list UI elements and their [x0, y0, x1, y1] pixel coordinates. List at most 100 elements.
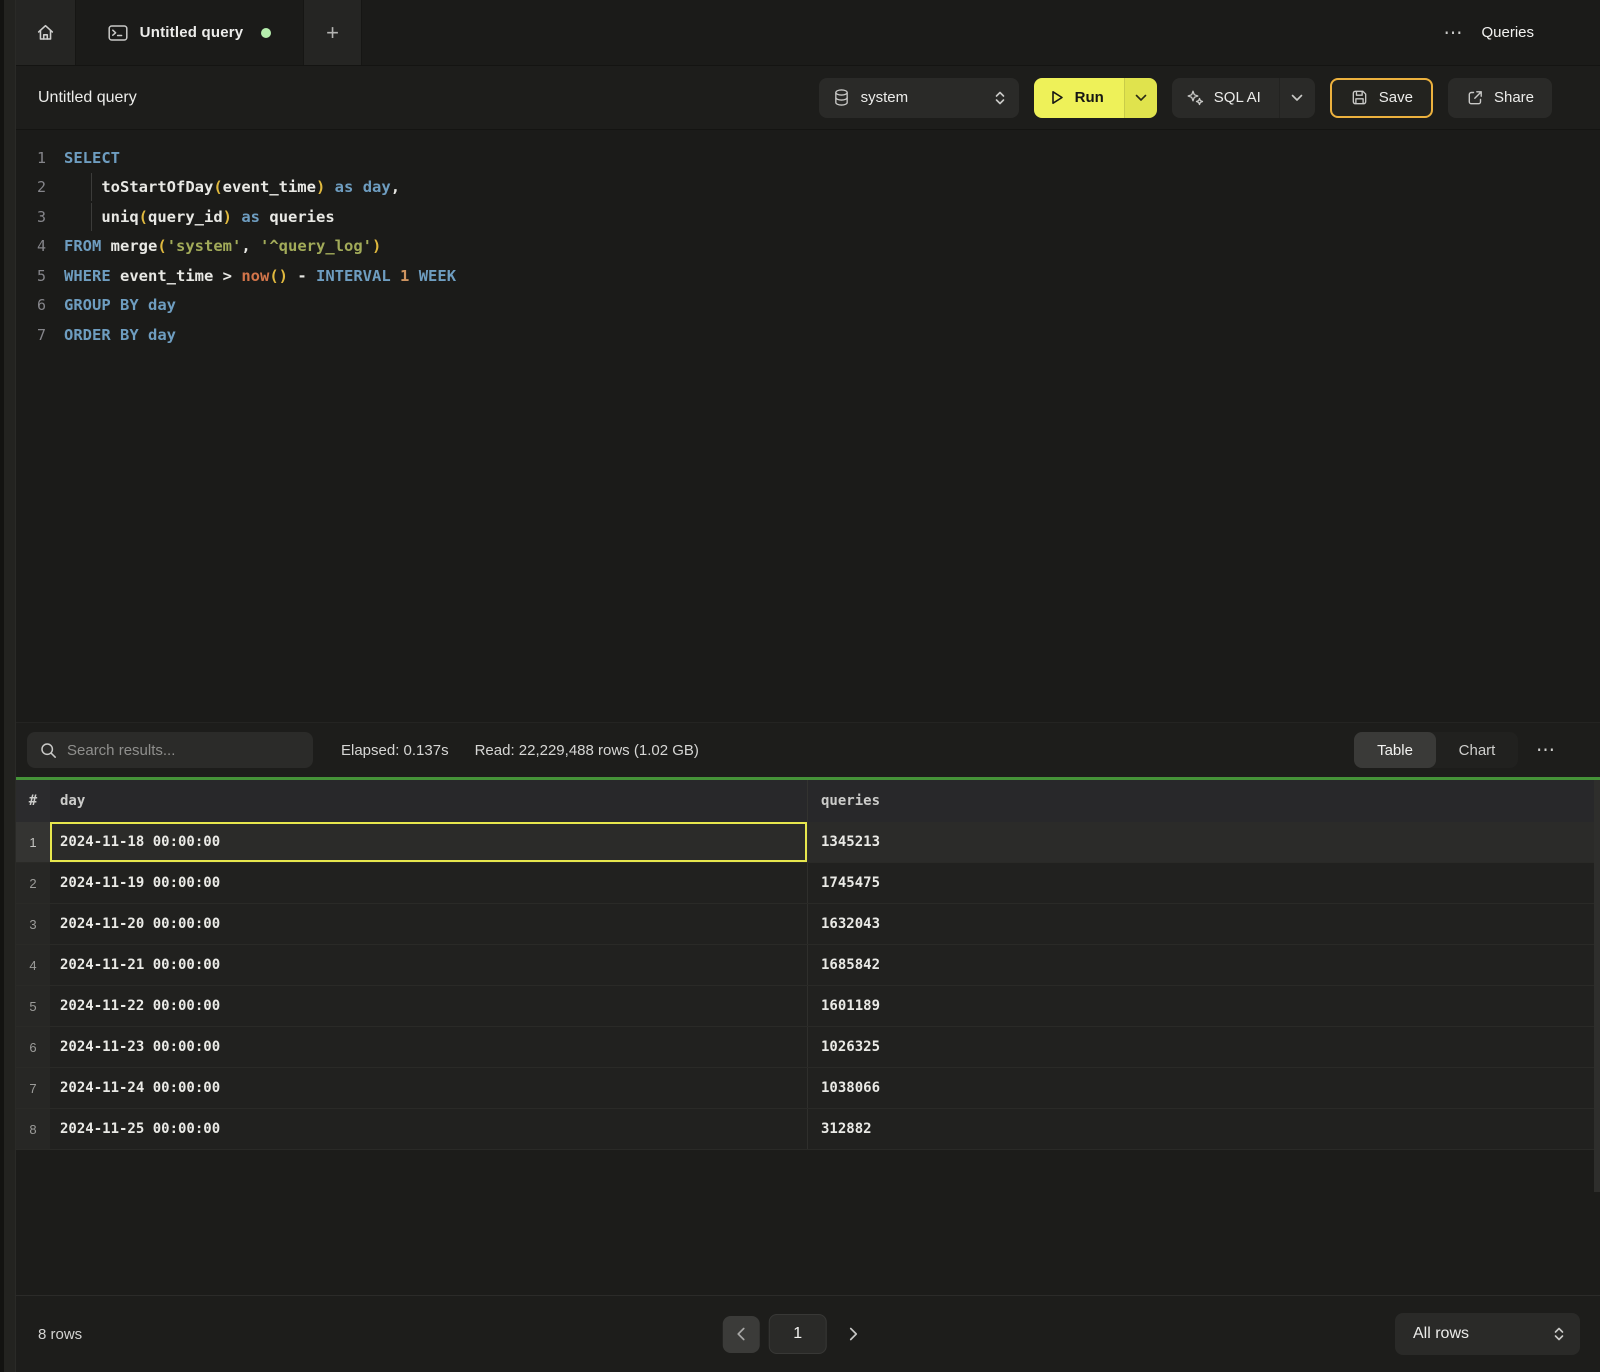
code-line[interactable]: 3 uniq(query_id) as queries: [16, 202, 1600, 232]
code-text: ORDER BY day: [46, 326, 176, 344]
code-text: GROUP BY day: [46, 296, 176, 314]
code-text: SELECT: [46, 149, 120, 167]
database-select[interactable]: system: [819, 78, 1019, 118]
cell-day[interactable]: 2024-11-20 00:00:00: [50, 904, 807, 944]
table-row: 42024-11-21 00:00:001685842: [16, 945, 1600, 986]
results-toolbar: Elapsed: 0.137s Read: 22,229,488 rows (1…: [16, 722, 1600, 777]
code-line[interactable]: 4FROM merge('system', '^query_log'): [16, 232, 1600, 262]
row-index: 6: [16, 1027, 50, 1067]
run-button-group: Run: [1034, 78, 1157, 118]
table-row: 82024-11-25 00:00:00312882: [16, 1109, 1600, 1150]
column-header-index[interactable]: #: [16, 780, 50, 822]
query-header: Untitled query system: [16, 66, 1600, 130]
cell-queries[interactable]: 1685842: [807, 945, 1600, 985]
results-empty-area: [16, 1150, 1600, 1295]
share-button[interactable]: Share: [1448, 78, 1552, 118]
column-header-day[interactable]: day: [50, 780, 807, 822]
next-page-button[interactable]: [836, 1316, 870, 1353]
cell-queries[interactable]: 1026325: [807, 1027, 1600, 1067]
database-select-value: system: [861, 89, 982, 106]
cell-day[interactable]: 2024-11-19 00:00:00: [50, 863, 807, 903]
column-header-queries[interactable]: queries: [807, 780, 1600, 822]
search-box[interactable]: [27, 732, 313, 768]
elapsed-stat: Elapsed: 0.137s: [341, 742, 449, 759]
sql-editor[interactable]: 1SELECT2 toStartOfDay(event_time) as day…: [16, 130, 1600, 722]
code-text: uniq(query_id) as queries: [46, 208, 335, 226]
left-rail: [0, 0, 16, 1372]
sql-console: Untitled query + ⋯ Queries Untitled quer…: [16, 0, 1600, 1372]
results-footer: 8 rows 1 All rows: [16, 1295, 1600, 1372]
home-icon: [35, 22, 56, 43]
more-options-icon[interactable]: ⋯: [1443, 22, 1463, 43]
row-index: 2: [16, 863, 50, 903]
code-line[interactable]: 5WHERE event_time > now() - INTERVAL 1 W…: [16, 261, 1600, 291]
save-button[interactable]: Save: [1330, 78, 1433, 118]
code-line[interactable]: 6GROUP BY day: [16, 291, 1600, 321]
cell-day[interactable]: 2024-11-23 00:00:00: [50, 1027, 807, 1067]
queries-link[interactable]: Queries: [1481, 24, 1534, 41]
previous-page-button[interactable]: [723, 1316, 760, 1353]
table-view-button[interactable]: Table: [1354, 732, 1436, 768]
line-number: 6: [16, 296, 46, 314]
table-row: 32024-11-20 00:00:001632043: [16, 904, 1600, 945]
plus-icon: +: [326, 20, 339, 46]
cell-queries[interactable]: 1632043: [807, 904, 1600, 944]
row-index: 3: [16, 904, 50, 944]
search-input[interactable]: [67, 742, 300, 759]
cell-day[interactable]: 2024-11-18 00:00:00: [50, 822, 807, 862]
cell-day[interactable]: 2024-11-21 00:00:00: [50, 945, 807, 985]
run-options-button[interactable]: [1124, 78, 1157, 118]
code-text: toStartOfDay(event_time) as day,: [46, 178, 400, 196]
table-row: 22024-11-19 00:00:001745475: [16, 863, 1600, 904]
terminal-icon: [108, 24, 128, 42]
sparkles-icon: [1186, 89, 1204, 107]
save-label: Save: [1379, 89, 1413, 106]
run-button-label: Run: [1075, 89, 1104, 106]
home-tab[interactable]: [16, 0, 76, 65]
updown-chevron-icon: [993, 90, 1007, 106]
cell-queries[interactable]: 1345213: [807, 822, 1600, 862]
new-tab-button[interactable]: +: [304, 0, 362, 65]
cell-queries[interactable]: 1601189: [807, 986, 1600, 1026]
tab-bar: Untitled query + ⋯ Queries: [16, 0, 1600, 66]
sql-ai-button[interactable]: SQL AI: [1172, 78, 1315, 118]
results-table: # day queries 12024-11-18 00:00:00134521…: [16, 780, 1600, 1150]
tab-untitled-query[interactable]: Untitled query: [76, 0, 304, 65]
code-line[interactable]: 2 toStartOfDay(event_time) as day,: [16, 173, 1600, 203]
page-size-select[interactable]: All rows: [1395, 1313, 1580, 1355]
updown-chevron-icon: [1552, 1326, 1566, 1342]
line-number: 7: [16, 326, 46, 344]
pagination: 1: [723, 1314, 870, 1354]
chevron-down-icon: [1135, 94, 1147, 102]
code-lines: 1SELECT2 toStartOfDay(event_time) as day…: [16, 143, 1600, 350]
table-row: 12024-11-18 00:00:001345213: [16, 822, 1600, 863]
row-index: 1: [16, 822, 50, 862]
table-header: # day queries: [16, 780, 1600, 822]
share-icon: [1466, 89, 1484, 107]
sql-ai-label: SQL AI: [1214, 89, 1261, 106]
scrollbar[interactable]: [1594, 780, 1600, 1192]
results-more-icon[interactable]: ⋯: [1536, 741, 1556, 760]
code-text: WHERE event_time > now() - INTERVAL 1 WE…: [46, 267, 456, 285]
table-row: 52024-11-22 00:00:001601189: [16, 986, 1600, 1027]
sql-ai-options-button[interactable]: [1279, 78, 1315, 118]
header-actions: system Run: [819, 78, 1600, 118]
row-count: 8 rows: [38, 1326, 82, 1343]
current-page-button[interactable]: 1: [769, 1314, 827, 1354]
page-size-value: All rows: [1413, 1325, 1469, 1343]
line-number: 3: [16, 208, 46, 226]
chart-view-button[interactable]: Chart: [1436, 732, 1518, 768]
table-row: 72024-11-24 00:00:001038066: [16, 1068, 1600, 1109]
cell-day[interactable]: 2024-11-25 00:00:00: [50, 1109, 807, 1149]
cell-day[interactable]: 2024-11-22 00:00:00: [50, 986, 807, 1026]
row-index: 7: [16, 1068, 50, 1108]
cell-queries[interactable]: 1038066: [807, 1068, 1600, 1108]
view-toggle: Table Chart: [1354, 732, 1518, 768]
cell-queries[interactable]: 312882: [807, 1109, 1600, 1149]
code-line[interactable]: 1SELECT: [16, 143, 1600, 173]
code-line[interactable]: 7ORDER BY day: [16, 320, 1600, 350]
run-button[interactable]: Run: [1034, 78, 1124, 118]
cell-day[interactable]: 2024-11-24 00:00:00: [50, 1068, 807, 1108]
database-icon: [833, 88, 850, 107]
cell-queries[interactable]: 1745475: [807, 863, 1600, 903]
